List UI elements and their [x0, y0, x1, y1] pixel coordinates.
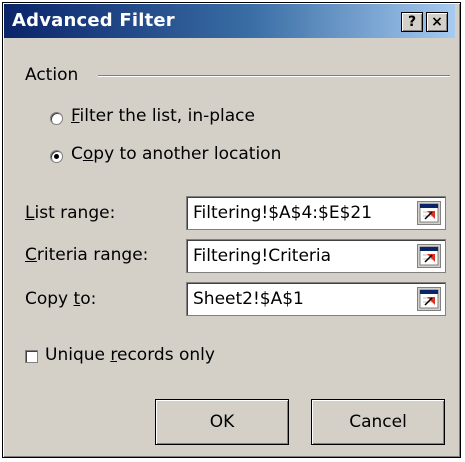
- list-range-value: Filtering!$A$4:$E$21: [193, 203, 373, 223]
- criteria-range-collapse-button[interactable]: [417, 244, 441, 268]
- close-button[interactable]: ×: [426, 12, 448, 32]
- copy-to-collapse-button[interactable]: [417, 287, 441, 311]
- copy-to-location-radio[interactable]: [50, 150, 63, 163]
- copy-to-value: Sheet2!$A$1: [193, 289, 304, 309]
- action-group-divider: [98, 75, 450, 77]
- cancel-button[interactable]: Cancel: [311, 399, 445, 445]
- ok-button[interactable]: OK: [155, 399, 289, 445]
- list-range-collapse-button[interactable]: [417, 201, 441, 225]
- filter-in-place-label[interactable]: Filter the list, in-place: [71, 106, 255, 126]
- unique-records-checkbox[interactable]: [25, 350, 38, 363]
- copy-to-field[interactable]: Sheet2!$A$1: [186, 282, 446, 316]
- criteria-range-label: Criteria range:: [25, 245, 149, 265]
- list-range-label: List range:: [25, 203, 116, 223]
- unique-records-label[interactable]: Unique records only: [45, 345, 215, 365]
- help-button[interactable]: ?: [401, 12, 423, 32]
- criteria-range-value: Filtering!Criteria: [193, 246, 332, 266]
- list-range-field[interactable]: Filtering!$A$4:$E$21: [186, 196, 446, 230]
- dialog-title: Advanced Filter: [12, 10, 175, 31]
- title-bar[interactable]: Advanced Filter ? ×: [4, 4, 455, 38]
- criteria-range-field[interactable]: Filtering!Criteria: [186, 239, 446, 273]
- filter-in-place-radio[interactable]: [50, 112, 63, 125]
- collapse-dialog-icon: [419, 289, 439, 309]
- collapse-dialog-icon: [419, 246, 439, 266]
- radio-selected-dot: [54, 154, 59, 159]
- collapse-dialog-icon: [419, 203, 439, 223]
- copy-to-location-label[interactable]: Copy to another location: [71, 144, 281, 164]
- action-group-label: Action: [25, 65, 79, 85]
- copy-to-label: Copy to:: [25, 289, 97, 309]
